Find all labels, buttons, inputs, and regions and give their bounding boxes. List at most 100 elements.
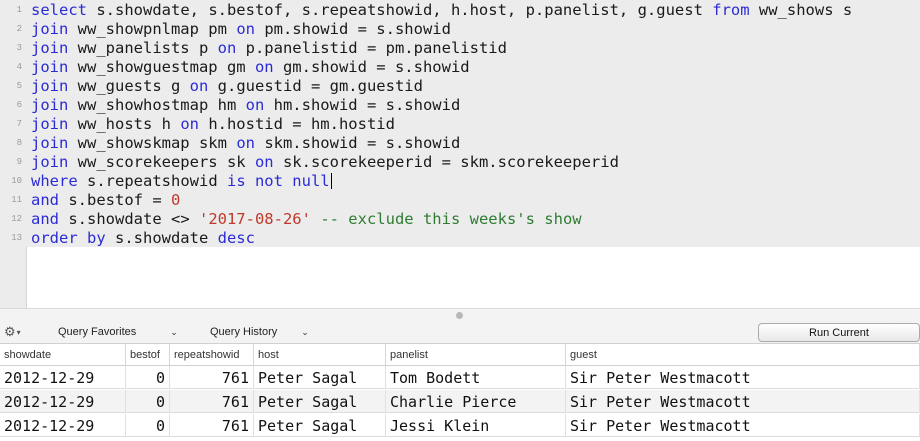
pane-splitter[interactable] (0, 308, 920, 322)
code-text: select s.showdate, s.bestof, s.repeatsho… (31, 1, 852, 19)
column-header-bestof[interactable]: bestof (126, 344, 170, 365)
gear-icon: ⚙ (4, 324, 16, 339)
table-cell[interactable]: Tom Bodett (386, 366, 566, 389)
table-cell[interactable]: Peter Sagal (254, 390, 386, 413)
code-token: from (712, 0, 750, 19)
line-number: 5 (16, 80, 22, 91)
code-token: where (31, 171, 78, 190)
code-line[interactable]: 9 join ww_scorekeepers sk on sk.scorekeep… (0, 152, 920, 171)
line-number: 3 (16, 42, 22, 53)
table-cell[interactable]: 0 (126, 366, 170, 389)
column-header-guest[interactable]: guest (566, 344, 920, 365)
code-token: join (31, 76, 69, 95)
query-toolbar: ⚙ ▾ Query Favorites ⌄ Query History ⌄ Run… (0, 321, 920, 344)
code-token: s.showdate <> (59, 209, 199, 228)
code-text: join ww_showpnlmap pm on pm.showid = s.s… (31, 20, 451, 38)
code-token: ww_guests g (68, 76, 190, 95)
query-favorites-dropdown[interactable]: Query Favorites ⌄ (58, 324, 178, 340)
column-header-showdate[interactable]: showdate (0, 344, 126, 365)
code-line[interactable]: 3 join ww_panelists p on p.panelistid = p… (0, 38, 920, 57)
gear-menu-button[interactable]: ⚙ ▾ (4, 324, 30, 340)
code-token: s.repeatshowid (77, 171, 227, 190)
table-cell[interactable]: 2012-12-29 (0, 390, 126, 413)
code-token: on (245, 95, 265, 114)
code-token: order by (31, 228, 106, 247)
chevron-down-icon: ▾ (16, 327, 21, 337)
code-token: select (31, 0, 87, 19)
code-token: s.showdate, s.bestof, s.repeatshowid, h.… (87, 0, 713, 19)
column-header-repeatshowid[interactable]: repeatshowid (170, 344, 254, 365)
line-number: 8 (16, 137, 22, 148)
query-favorites-label: Query Favorites (58, 326, 137, 338)
code-text: join ww_scorekeepers sk on sk.scorekeepe… (31, 153, 619, 171)
code-line[interactable]: 2 join ww_showpnlmap pm on pm.showid = s.… (0, 19, 920, 38)
line-number: 11 (11, 194, 22, 205)
code-token: ww_showguestmap gm (68, 57, 255, 76)
code-token: on (180, 114, 199, 133)
code-token: p.panelistid = pm.panelistid (236, 38, 507, 57)
table-row[interactable]: 2012-12-29 0 761 Peter Sagal Jessi Klein Sir … (0, 414, 920, 437)
table-cell[interactable]: Peter Sagal (254, 414, 386, 437)
code-text: join ww_guests g on g.guestid = gm.guest… (31, 77, 423, 95)
code-text: join ww_hosts h on h.hostid = hm.hostid (31, 115, 395, 133)
code-token: s.bestof = (59, 190, 171, 209)
code-token: desc (217, 228, 255, 247)
code-line[interactable]: 4 join ww_showguestmap gm on gm.showid = … (0, 57, 920, 76)
code-text: join ww_showskmap skm on skm.showid = s.… (31, 134, 460, 152)
table-cell[interactable]: Peter Sagal (254, 366, 386, 389)
splitter-grip-icon[interactable] (456, 312, 463, 319)
line-number: 10 (11, 175, 22, 186)
code-token: is not null (226, 171, 330, 190)
table-cell[interactable]: 761 (170, 414, 254, 437)
table-cell[interactable]: Sir Peter Westmacott (566, 390, 920, 413)
column-header-host[interactable]: host (254, 344, 386, 365)
table-cell[interactable]: Sir Peter Westmacott (566, 366, 920, 389)
table-cell[interactable]: 761 (170, 366, 254, 389)
table-cell[interactable]: 2012-12-29 (0, 414, 126, 437)
code-line[interactable]: 5 join ww_guests g on g.guestid = gm.gues… (0, 76, 920, 95)
code-token: and (31, 190, 59, 209)
table-cell[interactable]: 0 (126, 414, 170, 437)
code-token: join (31, 133, 69, 152)
run-current-button[interactable]: Run Current (758, 323, 920, 342)
code-line[interactable]: 6 join ww_showhostmap hm on hm.showid = s… (0, 95, 920, 114)
code-token: skm.showid = s.showid (254, 133, 461, 152)
code-token: on (236, 19, 255, 38)
code-token: ww_scorekeepers sk (68, 152, 255, 171)
code-token: join (31, 19, 69, 38)
table-cell[interactable]: 0 (126, 390, 170, 413)
column-header-panelist[interactable]: panelist (386, 344, 566, 365)
code-text: and s.bestof = 0 (31, 191, 180, 209)
code-line[interactable]: 12 and s.showdate <> '2017-08-26' -- excl… (0, 209, 920, 228)
table-cell[interactable]: Sir Peter Westmacott (566, 414, 920, 437)
code-token: pm.showid = s.showid (254, 19, 451, 38)
table-cell[interactable]: Jessi Klein (386, 414, 566, 437)
code-token: join (31, 95, 69, 114)
table-row[interactable]: 2012-12-29 0 761 Peter Sagal Charlie Pierce S… (0, 390, 920, 413)
code-line[interactable]: 1 select s.showdate, s.bestof, s.repeatsh… (0, 0, 920, 19)
table-cell[interactable]: Charlie Pierce (386, 390, 566, 413)
code-line[interactable]: 8 join ww_showskmap skm on skm.showid = s… (0, 133, 920, 152)
query-history-label: Query History (210, 326, 278, 338)
code-line[interactable]: 7 join ww_hosts h on h.hostid = hm.hostid (0, 114, 920, 133)
code-line[interactable]: 13 order by s.showdate desc (0, 228, 920, 247)
code-line[interactable]: 10 where s.repeatshowid is not null (0, 171, 920, 190)
code-token: -- exclude this weeks's show (320, 209, 582, 228)
line-number: 6 (16, 99, 22, 110)
code-token: 0 (170, 190, 181, 209)
code-token: on (254, 57, 274, 76)
table-cell[interactable]: 761 (170, 390, 254, 413)
line-number: 9 (16, 156, 22, 167)
line-number: 4 (16, 61, 22, 72)
code-line[interactable]: 11 and s.bestof = 0 (0, 190, 920, 209)
sql-editor[interactable]: 1 select s.showdate, s.bestof, s.repeatsh… (0, 0, 920, 308)
line-number: 13 (11, 232, 22, 243)
code-token: '2017-08-26' (198, 209, 311, 228)
code-text: join ww_showguestmap gm on gm.showid = s… (31, 58, 470, 76)
query-history-dropdown[interactable]: Query History ⌄ (210, 324, 309, 340)
code-token: ww_showpnlmap pm (68, 19, 237, 38)
code-token: on (189, 76, 209, 95)
table-row[interactable]: 2012-12-29 0 761 Peter Sagal Tom Bodett Sir P… (0, 366, 920, 389)
code-token: join (31, 38, 69, 57)
table-cell[interactable]: 2012-12-29 (0, 366, 126, 389)
